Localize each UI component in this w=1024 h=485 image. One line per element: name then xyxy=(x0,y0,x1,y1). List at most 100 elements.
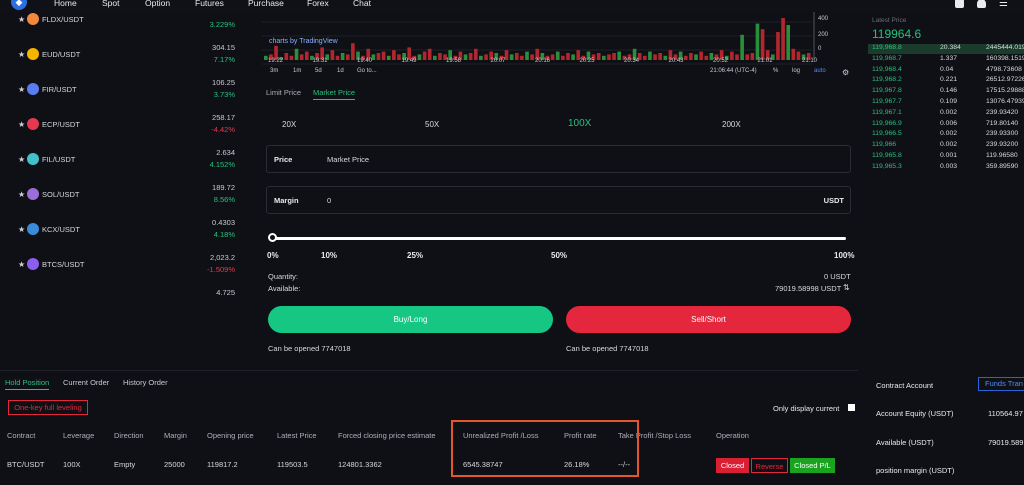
tradingview-label[interactable]: charts by TradingView xyxy=(269,38,338,45)
leverage-20x[interactable]: 20X xyxy=(282,120,296,129)
market-row[interactable]: ★ FLDX/USDT 3.229% xyxy=(0,4,243,39)
chart-settings-icon[interactable]: ⚙ xyxy=(842,68,849,77)
only-display-current-label: Only display current xyxy=(773,404,840,413)
closed-pl-button[interactable]: Closed P/L xyxy=(790,458,835,473)
margin-slider-handle[interactable] xyxy=(268,233,277,242)
tab-hold-position[interactable]: Hold Position xyxy=(5,378,50,390)
volume-bar xyxy=(735,54,739,60)
price-field[interactable]: Price Market Price xyxy=(266,145,851,173)
chart-auto[interactable]: auto xyxy=(814,68,826,74)
pct-0[interactable]: 0% xyxy=(267,251,279,260)
favorite-star-icon[interactable]: ★ xyxy=(18,85,25,94)
only-display-current-checkbox[interactable] xyxy=(848,404,855,411)
market-row[interactable]: ★ FIL/USDT 2.634 4.152% xyxy=(0,144,243,179)
orderbook-row[interactable]: 119,967.1 0.002 239.93420 xyxy=(868,109,1024,119)
orderbook-row[interactable]: 119,968.8 20.384 2445444.019 xyxy=(868,44,1024,54)
favorite-star-icon[interactable]: ★ xyxy=(18,260,25,269)
favorite-star-icon[interactable]: ★ xyxy=(18,50,25,59)
favorite-star-icon[interactable]: ★ xyxy=(18,120,25,129)
position-margin-label: position margin (USDT) xyxy=(876,466,955,475)
pct-100[interactable]: 100% xyxy=(834,251,854,260)
interval-1d[interactable]: 1d xyxy=(337,68,344,74)
closed-button[interactable]: Closed xyxy=(716,458,749,473)
orderbook-row[interactable]: 119,965.3 0.003 359.89590 xyxy=(868,163,1024,173)
orderbook-row[interactable]: 119,968.4 0.04 4798.73608 xyxy=(868,66,1024,76)
nav-purchase[interactable]: Purchase xyxy=(248,0,284,8)
tab-current-order[interactable]: Current Order xyxy=(63,378,109,387)
favorite-star-icon[interactable]: ★ xyxy=(18,225,25,234)
favorite-star-icon[interactable]: ★ xyxy=(18,155,25,164)
favorite-star-icon[interactable]: ★ xyxy=(18,190,25,199)
orderbook-qty: 0.002 xyxy=(940,108,958,116)
volume-bar xyxy=(648,51,652,60)
tab-market-price[interactable]: Market Price xyxy=(313,88,356,100)
market-list: ★ FLDX/USDT 3.229% ★ EUD/USDT 304.15 7.17% ★ FIR… xyxy=(0,12,243,317)
coin-icon xyxy=(27,13,39,25)
volume-bar xyxy=(550,54,555,60)
pct-50[interactable]: 50% xyxy=(551,251,567,260)
market-row[interactable]: 4.725 xyxy=(0,284,243,319)
market-row[interactable]: ★ SOL/USDT 189.72 8.56% xyxy=(0,179,243,214)
favorite-star-icon[interactable]: ★ xyxy=(18,15,25,24)
orderbook-row[interactable]: 119,966.5 0.002 239.93300 xyxy=(868,130,1024,140)
leverage-100x[interactable]: 100X xyxy=(568,118,591,129)
one-key-full-leveling-button[interactable]: One-key full leveling xyxy=(8,400,88,415)
margin-field[interactable]: Margin 0 USDT xyxy=(266,186,851,214)
volume-bars xyxy=(262,12,815,65)
pct-10[interactable]: 10% xyxy=(321,251,337,260)
latest-price: 119964.6 xyxy=(872,27,922,41)
orderbook-row[interactable]: 119,967.8 0.146 17515.29888 xyxy=(868,87,1024,97)
col-margin: Margin xyxy=(164,431,187,440)
volume-bar xyxy=(786,25,791,60)
leverage-50x[interactable]: 50X xyxy=(425,120,439,129)
margin-slider-track[interactable] xyxy=(272,237,846,240)
wallet-icon[interactable] xyxy=(955,0,964,8)
interval-5d[interactable]: 5d xyxy=(315,68,322,74)
tab-limit-price[interactable]: Limit Price xyxy=(266,88,301,97)
orderbook-row[interactable]: 119,966 0.002 239.93200 xyxy=(868,141,1024,151)
nav-forex[interactable]: Forex xyxy=(307,0,329,8)
buy-long-button[interactable]: Buy/Long xyxy=(268,306,553,333)
volume-bar xyxy=(530,54,534,60)
goto-date[interactable]: Go to... xyxy=(357,68,377,74)
time-axis-label: 19:49 xyxy=(401,58,417,64)
market-row[interactable]: ★ KCX/USDT 0.4303 4.18% xyxy=(0,214,243,249)
price-chart[interactable] xyxy=(262,12,858,80)
margin-input[interactable]: 0 xyxy=(327,196,331,205)
latest-price-header: Latest Price xyxy=(872,17,907,24)
orderbook-total: 13076.47939 xyxy=(986,98,1024,105)
coin-icon xyxy=(27,118,39,130)
market-row[interactable]: ★ EUD/USDT 304.15 7.17% xyxy=(0,39,243,74)
chart-percent[interactable]: % xyxy=(773,68,778,74)
chart-log[interactable]: log xyxy=(792,68,800,74)
orderbook-row[interactable]: 119,968.7 1.337 160398.1519 xyxy=(868,55,1024,65)
orderbook-row[interactable]: 119,965.8 0.001 119.96580 xyxy=(868,152,1024,162)
tab-history-order[interactable]: History Order xyxy=(123,378,168,387)
volume-bar xyxy=(796,51,801,60)
available-label: Available: xyxy=(268,284,301,293)
orderbook-row[interactable]: 119,968.2 0.221 26512.97226 xyxy=(868,76,1024,86)
menu-icon[interactable]: ☰ xyxy=(999,0,1008,9)
orderbook-row[interactable]: 119,967.7 0.109 13076.47939 xyxy=(868,98,1024,108)
volume-bar xyxy=(755,23,760,61)
orderbook-price: 119,968.8 xyxy=(872,44,902,51)
nav-chat[interactable]: Chat xyxy=(353,0,371,8)
leverage-200x[interactable]: 200X xyxy=(722,120,741,129)
volume-bar xyxy=(566,53,570,60)
volume-bar xyxy=(694,54,698,60)
transfer-icon[interactable]: ⇅ xyxy=(843,283,850,292)
account-available-label: Available (USDT) xyxy=(876,438,934,447)
pct-25[interactable]: 25% xyxy=(407,251,423,260)
interval-1m[interactable]: 1m xyxy=(293,68,301,74)
user-icon[interactable] xyxy=(977,0,986,8)
sell-short-button[interactable]: Sell/Short xyxy=(566,306,851,333)
reverse-button[interactable]: Reverse xyxy=(751,458,788,473)
market-row[interactable]: ★ ECP/USDT 258.17 -4.42% xyxy=(0,109,243,144)
funds-transfer-button[interactable]: Funds Tran xyxy=(978,377,1024,391)
market-row[interactable]: ★ BTCS/USDT 2,023.2 -1.509% xyxy=(0,249,243,284)
orderbook-row[interactable]: 119,966.9 0.006 719.80140 xyxy=(868,120,1024,130)
interval-3m[interactable]: 3m xyxy=(270,68,278,74)
time-axis-label: 19:58 xyxy=(446,58,462,64)
axis-label-0: 0 xyxy=(818,46,822,52)
market-row[interactable]: ★ FIR/USDT 106.25 3.73% xyxy=(0,74,243,109)
